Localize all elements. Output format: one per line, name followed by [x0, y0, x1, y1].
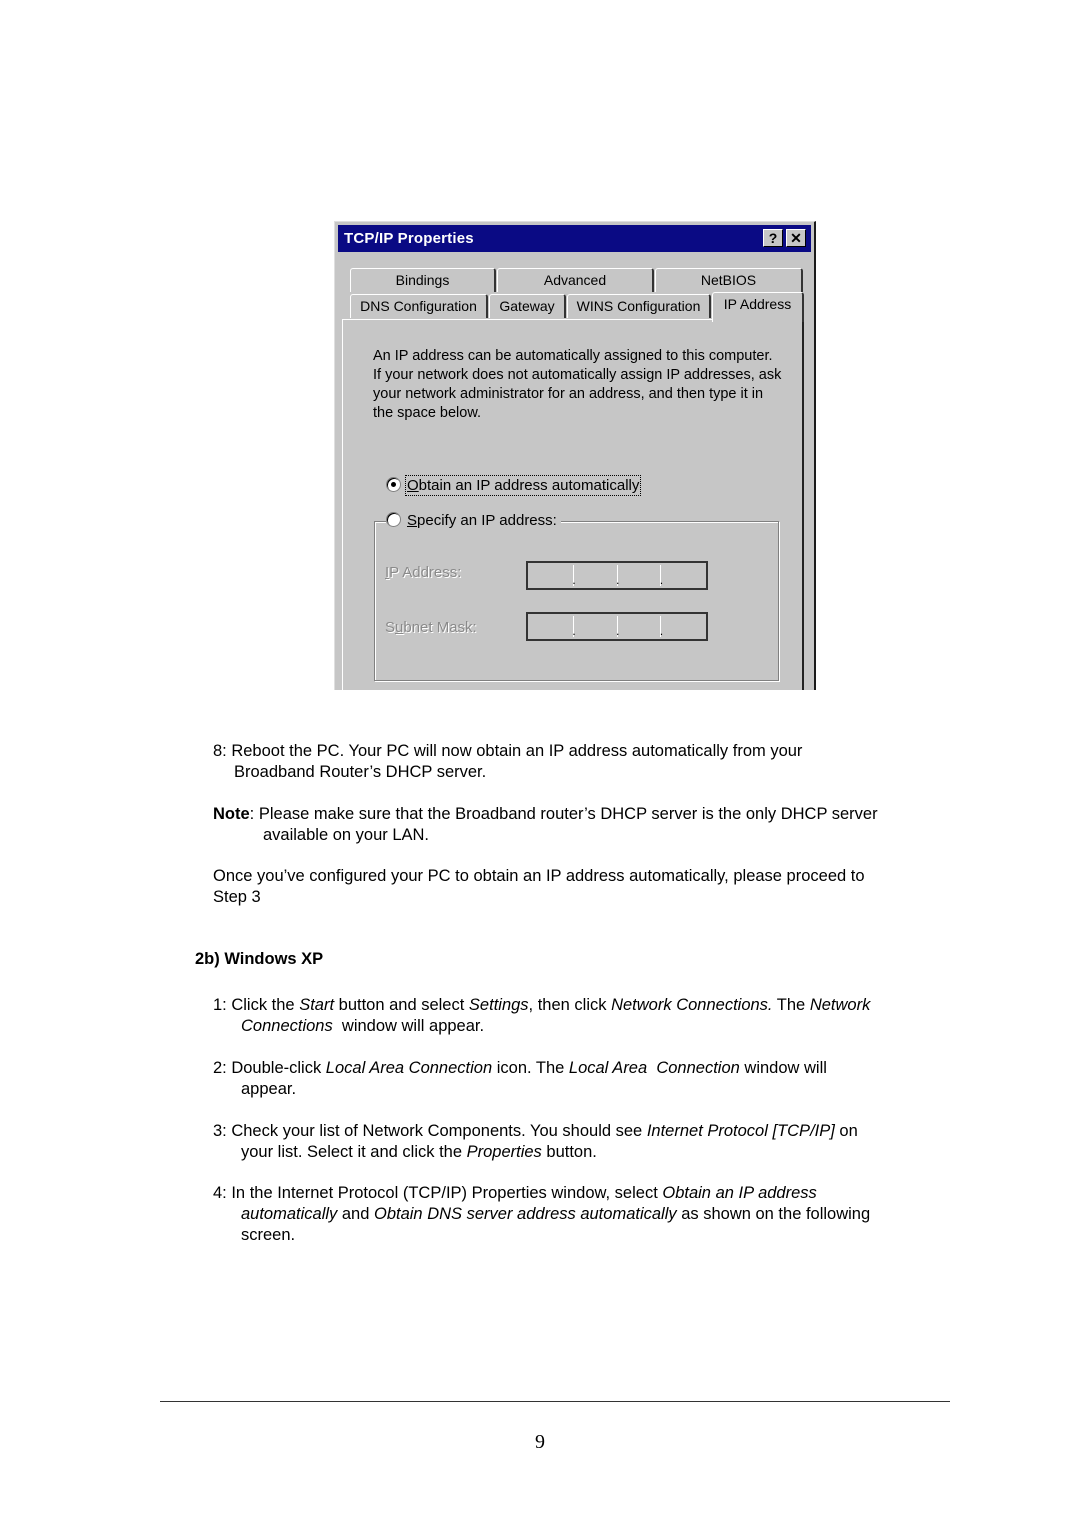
subnet-mask-label: Subnet Mask:: [385, 619, 477, 636]
ip-octet-4[interactable]: [661, 565, 704, 586]
obtain-ip-label: Obtain an IP address automatically: [404, 475, 642, 496]
text-line: 2: Double-click Local Area Connection ic…: [213, 1059, 827, 1077]
xp-step-2-paragraph: 2: Double-click Local Area Connection ic…: [213, 1058, 827, 1100]
mask-octet-4[interactable]: [661, 616, 704, 637]
note-label: Note: [213, 805, 250, 823]
xp-step-3-paragraph: 3: Check your list of Network Components…: [213, 1121, 858, 1163]
mask-octet-2[interactable]: .: [574, 616, 620, 637]
tab-advanced[interactable]: Advanced: [497, 268, 654, 292]
dialog-titlebar: TCP/IP Properties ? ✕: [338, 225, 811, 252]
specify-ip-groupbox: [374, 521, 779, 681]
specify-ip-label: Specify an IP address:: [407, 512, 557, 529]
ip-octet-1[interactable]: .: [530, 565, 576, 586]
footer-divider: [160, 1401, 950, 1402]
tab-ip-address[interactable]: IP Address: [712, 292, 804, 322]
mask-octet-3[interactable]: .: [618, 616, 663, 637]
text-line: appear.: [241, 1080, 297, 1098]
mask-octet-1[interactable]: .: [530, 616, 576, 637]
text-line: Once you’ve configured your PC to obtain…: [213, 867, 865, 885]
ip-address-input[interactable]: . . .: [526, 561, 708, 590]
text-line: Step 3: [213, 888, 261, 906]
text-line: screen.: [241, 1226, 296, 1244]
radio-unchecked-icon[interactable]: [386, 512, 401, 527]
description-line: An IP address can be automatically assig…: [373, 348, 773, 364]
subnet-mask-input[interactable]: . . .: [526, 612, 708, 641]
page-number: 9: [535, 1431, 545, 1453]
help-icon[interactable]: ?: [763, 229, 783, 247]
text-line: 4: In the Internet Protocol (TCP/IP) Pro…: [213, 1184, 817, 1202]
text-line: your list. Select it and click the Prope…: [241, 1143, 597, 1161]
tab-bindings[interactable]: Bindings: [350, 268, 496, 292]
tab-gateway[interactable]: Gateway: [489, 294, 566, 318]
text-line: 8: Reboot the PC. Your PC will now obtai…: [213, 742, 803, 760]
tab-wins-configuration[interactable]: WINS Configuration: [567, 294, 711, 318]
text-line: Connections window will appear.: [241, 1017, 485, 1035]
ip-octet-3[interactable]: .: [618, 565, 663, 586]
dialog-title: TCP/IP Properties: [344, 230, 474, 247]
obtain-ip-automatically-radio[interactable]: Obtain an IP address automatically: [386, 475, 642, 496]
xp-step-1-paragraph: 1: Click the Start button and select Set…: [213, 995, 870, 1037]
text-line: Note: Please make sure that the Broadban…: [213, 805, 878, 823]
description-line: If your network does not automatically a…: [373, 367, 782, 383]
text-line: available on your LAN.: [263, 826, 430, 844]
text-line: 1: Click the Start button and select Set…: [213, 996, 871, 1014]
tcpip-properties-dialog: TCP/IP Properties ? ✕ Bindings Advanced …: [334, 221, 816, 690]
text-line: Broadband Router’s DHCP server.: [234, 763, 487, 781]
specify-ip-radio[interactable]: Specify an IP address:: [386, 512, 561, 529]
xp-step-4-paragraph: 4: In the Internet Protocol (TCP/IP) Pro…: [213, 1183, 870, 1246]
description-line: your network administrator for an addres…: [373, 386, 764, 402]
section-heading-windows-xp: 2b) Windows XP: [195, 950, 324, 968]
tab-dns-configuration[interactable]: DNS Configuration: [350, 294, 488, 318]
ip-address-label: IP Address:: [385, 564, 462, 581]
radio-checked-icon[interactable]: [386, 477, 401, 492]
text-line: 3: Check your list of Network Components…: [213, 1122, 858, 1140]
ip-octet-2[interactable]: .: [574, 565, 620, 586]
tab-netbios[interactable]: NetBIOS: [655, 268, 803, 292]
once-configured-paragraph: Once you’ve configured your PC to obtain…: [213, 866, 865, 908]
ip-address-panel: An IP address can be automatically assig…: [342, 319, 804, 690]
panel-description: An IP address can be automatically assig…: [373, 347, 793, 423]
description-line: the space below.: [373, 405, 482, 421]
step-8-paragraph: 8: Reboot the PC. Your PC will now obtai…: [213, 741, 802, 783]
text-line: automatically and Obtain DNS server addr…: [241, 1205, 871, 1223]
note-paragraph: Note: Please make sure that the Broadban…: [213, 804, 878, 846]
close-icon[interactable]: ✕: [786, 229, 806, 247]
